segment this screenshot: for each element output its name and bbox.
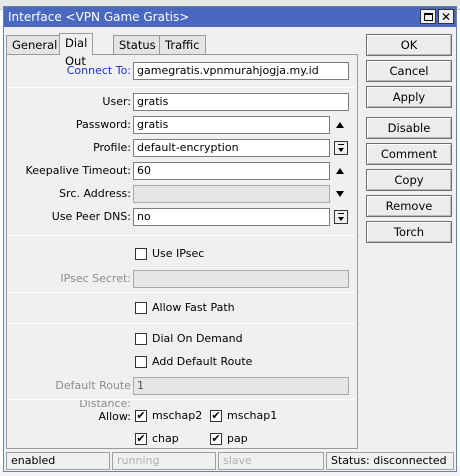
torch-button[interactable]: Torch: [366, 221, 452, 243]
allow-mschap1-checkbox[interactable]: ✔: [210, 410, 222, 422]
chevron-down-icon: [338, 147, 344, 152]
allow-mschap2-checkbox[interactable]: ✔: [135, 410, 147, 422]
allow-chap-label: chap: [152, 432, 179, 445]
connect-to-input[interactable]: gamegratis.vpnmurahjogja.my.id: [133, 62, 349, 80]
allow-chap-checkbox[interactable]: ✔: [135, 433, 147, 445]
profile-dropdown-button[interactable]: [334, 141, 348, 155]
allow-label: Allow:: [98, 410, 131, 423]
tab-dial-out[interactable]: Dial Out: [59, 33, 94, 68]
src-address-label: Src. Address:: [59, 187, 131, 200]
profile-select[interactable]: default-encryption: [133, 139, 330, 157]
separator: [9, 399, 355, 400]
src-address-expand-icon[interactable]: [336, 191, 344, 197]
add-default-route-checkbox[interactable]: [135, 356, 147, 368]
title-bar[interactable]: Interface <VPN Game Gratis> ✕: [4, 7, 456, 27]
password-label: Password:: [75, 118, 131, 131]
password-input[interactable]: gratis: [133, 116, 330, 134]
chevron-down-icon: [338, 216, 344, 221]
profile-label: Profile:: [93, 141, 131, 154]
keepalive-timeout-label: Keepalive Timeout:: [25, 164, 131, 177]
dial-on-demand-label: Dial On Demand: [152, 332, 243, 345]
allow-pap-checkbox[interactable]: ✔: [210, 433, 222, 445]
ipsec-secret-input[interactable]: [133, 270, 349, 288]
use-peer-dns-label: Use Peer DNS:: [51, 210, 131, 223]
comment-button[interactable]: Comment: [366, 143, 452, 165]
use-ipsec-checkbox[interactable]: [135, 248, 147, 260]
user-input[interactable]: gratis: [133, 93, 349, 111]
use-peer-dns-dropdown-button[interactable]: [334, 210, 348, 224]
default-route-distance-label: Default Route Distance:: [55, 379, 131, 410]
maximize-icon: [423, 12, 433, 21]
close-button[interactable]: ✕: [438, 9, 454, 24]
dial-on-demand-checkbox[interactable]: [135, 333, 147, 345]
use-ipsec-label: Use IPsec: [152, 247, 205, 260]
status-connection: Status: disconnected: [326, 452, 454, 470]
user-label: User:: [102, 95, 131, 108]
status-running: running: [112, 452, 216, 470]
password-toggle-up-icon[interactable]: [336, 122, 344, 128]
tab-status[interactable]: Status: [113, 35, 162, 55]
status-bar: enabled running slave Status: disconnect…: [6, 452, 456, 470]
use-peer-dns-select[interactable]: no: [133, 208, 330, 226]
remove-button[interactable]: Remove: [366, 195, 452, 217]
allow-mschap1-label: mschap1: [227, 409, 278, 422]
disable-button[interactable]: Disable: [366, 117, 452, 139]
copy-button[interactable]: Copy: [366, 169, 452, 191]
maximize-button[interactable]: [420, 9, 436, 24]
status-enabled: enabled: [6, 452, 110, 470]
ipsec-secret-label: IPsec Secret:: [60, 272, 131, 285]
window-title: Interface <VPN Game Gratis>: [8, 10, 190, 24]
src-address-input[interactable]: [133, 185, 330, 203]
close-icon: ✕: [440, 9, 452, 24]
apply-button[interactable]: Apply: [366, 86, 452, 108]
keepalive-timeout-input[interactable]: 60: [133, 162, 330, 180]
allow-fast-path-checkbox[interactable]: [135, 302, 147, 314]
interface-dialog: Interface <VPN Game Gratis> ✕ General Di…: [3, 6, 457, 472]
keepalive-up-icon[interactable]: [336, 168, 344, 174]
tab-general[interactable]: General: [6, 35, 64, 55]
separator: [9, 87, 355, 88]
allow-pap-label: pap: [227, 432, 248, 445]
separator: [9, 323, 355, 324]
cancel-button[interactable]: Cancel: [366, 60, 452, 82]
ok-button[interactable]: OK: [366, 34, 452, 56]
add-default-route-label: Add Default Route: [152, 355, 253, 368]
separator: [9, 235, 355, 236]
default-route-distance-input[interactable]: 1: [133, 377, 349, 395]
allow-mschap2-label: mschap2: [152, 409, 203, 422]
allow-fast-path-label: Allow Fast Path: [152, 301, 235, 314]
dial-out-panel: Connect To: gamegratis.vpnmurahjogja.my.…: [6, 54, 358, 449]
separator: [9, 292, 355, 293]
tab-traffic[interactable]: Traffic: [159, 35, 206, 55]
status-slave: slave: [218, 452, 324, 470]
